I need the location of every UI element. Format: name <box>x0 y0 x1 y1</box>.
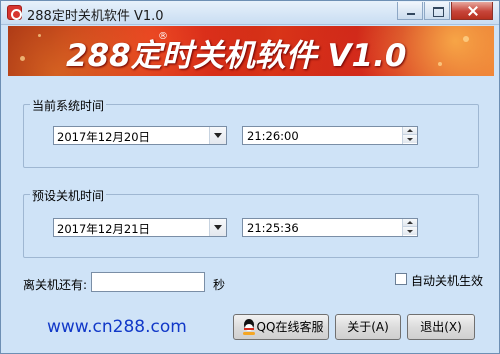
current-time-legend: 当前系统时间 <box>30 97 107 114</box>
title-bar[interactable]: 288定时关机软件 V1.0 <box>1 1 499 25</box>
current-date-picker[interactable]: 2017年12月20日 <box>53 126 227 145</box>
chevron-down-icon[interactable] <box>209 219 226 236</box>
shutdown-date-value: 2017年12月21日 <box>57 222 151 236</box>
minimize-button[interactable] <box>397 2 423 20</box>
countdown-label: 离关机还有: <box>23 278 88 292</box>
countdown-field[interactable] <box>91 272 205 292</box>
main-window: 288定时关机软件 V1.0 288定时关机软件 V1.0 ® 当前系统时间 2… <box>0 0 500 354</box>
banner-spark <box>463 36 469 42</box>
spin-down-icon[interactable] <box>403 227 417 235</box>
shutdown-date-picker[interactable]: 2017年12月21日 <box>53 218 227 237</box>
about-button[interactable]: 关于(A) <box>335 314 401 340</box>
time-spin-buttons <box>402 219 417 236</box>
window-title: 288定时关机软件 V1.0 <box>27 9 164 24</box>
current-time-value: 21:26:00 <box>247 129 299 143</box>
shutdown-time-value: 21:25:36 <box>247 221 299 235</box>
spin-up-icon[interactable] <box>403 219 417 227</box>
banner-spark <box>438 62 442 66</box>
current-time-spinner[interactable]: 21:26:00 <box>242 126 418 145</box>
banner-spark <box>38 34 41 37</box>
time-spin-buttons <box>402 127 417 144</box>
exit-button[interactable]: 退出(X) <box>407 314 475 340</box>
current-date-value: 2017年12月20日 <box>57 130 151 144</box>
spin-up-icon[interactable] <box>403 127 417 135</box>
spin-down-icon[interactable] <box>403 135 417 143</box>
shutdown-time-legend: 预设关机时间 <box>30 187 107 204</box>
window-controls <box>397 2 493 20</box>
qq-penguin-icon <box>242 319 256 335</box>
countdown-unit: 秒 <box>213 278 226 292</box>
shutdown-time-spinner[interactable]: 21:25:36 <box>242 218 418 237</box>
qq-support-label: QQ在线客服 <box>256 320 324 334</box>
close-button[interactable] <box>451 2 493 20</box>
chevron-down-icon[interactable] <box>209 127 226 144</box>
banner-spark <box>20 56 25 61</box>
registered-mark: ® <box>158 31 168 42</box>
banner-title: 288定时关机软件 V1.0 <box>66 38 407 74</box>
banner: 288定时关机软件 V1.0 ® <box>8 26 494 76</box>
maximize-button[interactable] <box>424 2 450 20</box>
app-icon[interactable] <box>7 5 22 20</box>
auto-shutdown-label[interactable]: 自动关机生效 <box>411 272 483 289</box>
website-link[interactable]: www.cn288.com <box>47 317 187 337</box>
auto-shutdown-checkbox[interactable] <box>395 273 407 285</box>
qq-support-button[interactable]: QQ在线客服 <box>233 314 329 340</box>
